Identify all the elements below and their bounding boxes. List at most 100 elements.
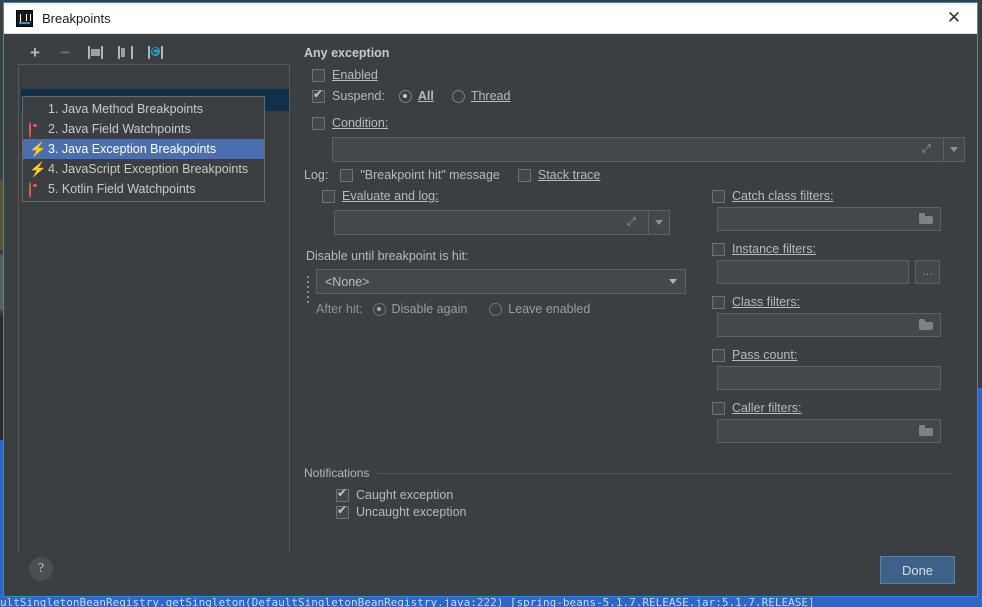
notifications-items: Caught exception Uncaught exception [336, 488, 952, 519]
instance-filters-checkbox[interactable] [712, 243, 725, 256]
catch-class-filters-input[interactable] [717, 207, 941, 231]
catch-class-filters-checkbox[interactable] [712, 190, 725, 203]
uncaught-exception-checkbox[interactable] [336, 506, 349, 519]
remove-icon[interactable]: − [56, 43, 74, 61]
catch-class-filters-label: Catch class filters: [732, 189, 833, 203]
disable-until-combobox[interactable]: <None> [316, 269, 686, 294]
condition-label: Condition: [332, 116, 388, 130]
enabled-label: Enabled [332, 68, 378, 82]
intellij-idea-icon [16, 10, 33, 27]
instance-filters-input[interactable] [717, 260, 909, 284]
condition-checkbox[interactable] [312, 117, 325, 130]
popup-item-label: 1. Java Method Breakpoints [48, 102, 203, 116]
help-button[interactable]: ? [29, 557, 53, 581]
expand-icon[interactable]: ⤢ [627, 216, 640, 229]
class-filters-label: Class filters: [732, 295, 800, 309]
instance-filters-group: Instance filters: … [712, 242, 957, 284]
notifications-section: Notifications Caught exception Uncaught … [304, 466, 952, 522]
done-button[interactable]: Done [880, 556, 955, 584]
log-row: Log: "Breakpoint hit" message Stack trac… [304, 168, 704, 182]
uncaught-exception-label: Uncaught exception [356, 505, 467, 519]
enabled-checkbox[interactable] [312, 69, 325, 82]
dialog-title: Breakpoints [42, 11, 111, 26]
eye-icon [29, 123, 42, 136]
enabled-row: Enabled [312, 68, 965, 82]
evaluate-and-log-input[interactable]: ⤢ [334, 210, 649, 235]
caller-filters-input[interactable] [717, 419, 941, 443]
folder-icon[interactable] [919, 213, 933, 224]
evaluate-history-dropdown[interactable] [649, 210, 670, 235]
after-hit-label: After hit: [316, 302, 363, 316]
disable-until-value: <None> [325, 275, 369, 289]
breakpoint-group-icon[interactable] [86, 43, 104, 61]
pass-count-input[interactable] [717, 366, 941, 390]
notifications-divider [377, 473, 952, 474]
condition-history-dropdown[interactable] [944, 137, 965, 162]
after-hit-disable-again-radio[interactable] [373, 303, 386, 316]
caller-filters-row: Caller filters: [712, 401, 957, 415]
breakpoint-hit-message-checkbox[interactable] [340, 169, 353, 182]
catch-class-filters-group: Catch class filters: [712, 189, 957, 231]
suspend-thread-radio[interactable] [452, 90, 465, 103]
class-filters-checkbox[interactable] [712, 296, 725, 309]
after-hit-disable-again-label: Disable again [392, 302, 468, 316]
log-block: Log: "Breakpoint hit" message Stack trac… [304, 156, 704, 316]
edit-at-icon[interactable]: C [146, 43, 164, 61]
bolt-icon: ⚡ [29, 163, 42, 176]
popup-item-java-method-breakpoints[interactable]: 1. Java Method Breakpoints [23, 99, 264, 119]
caught-exception-checkbox[interactable] [336, 489, 349, 502]
suspend-label: Suspend: [332, 89, 385, 103]
catch-class-filters-row: Catch class filters: [712, 189, 957, 203]
breakpoint-type-popup[interactable]: 1. Java Method Breakpoints 2. Java Field… [22, 96, 265, 202]
caller-filters-group: Caller filters: [712, 401, 957, 443]
stack-trace-checkbox[interactable] [518, 169, 531, 182]
suspend-all-radio[interactable] [399, 90, 412, 103]
console-bottom-line: ultSingletonBeanRegistry.getSingleton(De… [0, 597, 982, 607]
class-filters-input[interactable] [717, 313, 941, 337]
popup-item-javascript-exception-breakpoints[interactable]: ⚡ 4. JavaScript Exception Breakpoints [23, 159, 264, 179]
popup-item-java-exception-breakpoints[interactable]: ⚡ 3. Java Exception Breakpoints [23, 139, 264, 159]
move-to-group-icon[interactable] [116, 43, 134, 61]
details-section-title: Any exception [304, 46, 965, 60]
diamond-icon [29, 103, 42, 116]
pass-count-row: Pass count: [712, 348, 957, 362]
suspend-row: Suspend: All Thread [312, 89, 965, 103]
suspend-checkbox[interactable] [312, 90, 325, 103]
popup-item-java-field-watchpoints[interactable]: 2. Java Field Watchpoints [23, 119, 264, 139]
add-icon[interactable]: + [26, 43, 44, 61]
close-icon[interactable]: ✕ [931, 3, 977, 32]
instance-filters-browse-button[interactable]: … [915, 260, 940, 284]
folder-icon[interactable] [919, 319, 933, 330]
instance-filters-row: Instance filters: [712, 242, 957, 256]
class-filters-row: Class filters: [712, 295, 957, 309]
popup-item-label: 3. Java Exception Breakpoints [48, 142, 216, 156]
folder-icon[interactable] [919, 425, 933, 436]
dialog-footer: ? Done [4, 552, 977, 596]
pass-count-label: Pass count: [732, 348, 797, 362]
instance-filters-label: Instance filters: [732, 242, 816, 256]
class-filters-group: Class filters: [712, 295, 957, 337]
caller-filters-checkbox[interactable] [712, 402, 725, 415]
after-hit-leave-enabled-radio[interactable] [489, 303, 502, 316]
after-hit-row: After hit: Disable again Leave enabled [316, 302, 704, 316]
evaluate-and-log-row: Evaluate and log: [322, 189, 704, 203]
chevron-down-icon [669, 279, 677, 284]
suspend-thread-label: Thread [471, 89, 511, 103]
pass-count-group: Pass count: [712, 348, 957, 390]
popup-item-label: 4. JavaScript Exception Breakpoints [48, 162, 248, 176]
pass-count-checkbox[interactable] [712, 349, 725, 362]
breakpoints-toolbar: + − C [18, 40, 292, 64]
caught-exception-row: Caught exception [336, 488, 952, 502]
expand-icon[interactable]: ⤢ [922, 143, 935, 156]
popup-item-label: 5. Kotlin Field Watchpoints [48, 182, 196, 196]
breakpoints-left-panel: + − C [4, 34, 292, 552]
uncaught-exception-row: Uncaught exception [336, 505, 952, 519]
breakpoints-dialog: Breakpoints ✕ + − [3, 2, 978, 597]
chevron-down-icon [950, 147, 958, 152]
popup-item-kotlin-field-watchpoints[interactable]: 5. Kotlin Field Watchpoints [23, 179, 264, 199]
stack-trace-label: Stack trace [538, 168, 601, 182]
caller-filters-label: Caller filters: [732, 401, 801, 415]
breakpoint-details-panel: Any exception Enabled Suspend: All Threa… [292, 34, 979, 552]
notifications-header: Notifications [304, 466, 952, 480]
evaluate-and-log-checkbox[interactable] [322, 190, 335, 203]
